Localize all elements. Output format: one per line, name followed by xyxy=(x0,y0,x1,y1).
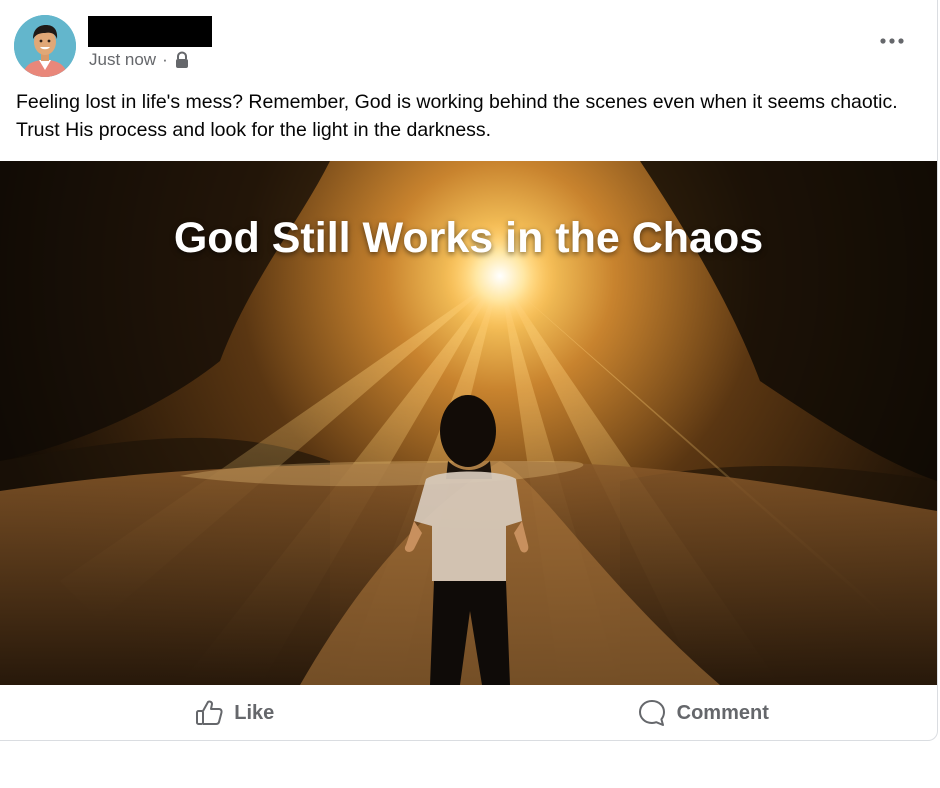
timestamp-link[interactable]: Just now xyxy=(89,50,156,70)
comment-button[interactable]: Comment xyxy=(469,686,938,740)
post-action-bar: Like Comment xyxy=(0,686,937,740)
more-options-button[interactable] xyxy=(874,28,910,54)
comment-label: Comment xyxy=(676,701,769,724)
avatar-illustration xyxy=(14,15,76,77)
like-button[interactable]: Like xyxy=(0,686,469,740)
author-name-redacted[interactable] xyxy=(88,16,212,47)
meta-separator: · xyxy=(162,50,168,69)
like-label: Like xyxy=(234,701,275,724)
image-overlay-title: God Still Works in the Chaos xyxy=(173,214,764,262)
lock-icon[interactable] xyxy=(174,51,190,69)
post-meta: Just now · xyxy=(89,49,190,71)
post-card: Just now · Feeling lost in life's mess? … xyxy=(0,0,938,741)
thumbs-up-icon xyxy=(194,698,224,728)
post-image[interactable]: God Still Works in the Chaos xyxy=(0,161,937,685)
more-options-icon xyxy=(880,38,904,44)
avatar[interactable] xyxy=(14,15,76,77)
comment-bubble-icon xyxy=(637,698,667,728)
post-text: Feeling lost in life's mess? Remember, G… xyxy=(16,91,898,141)
